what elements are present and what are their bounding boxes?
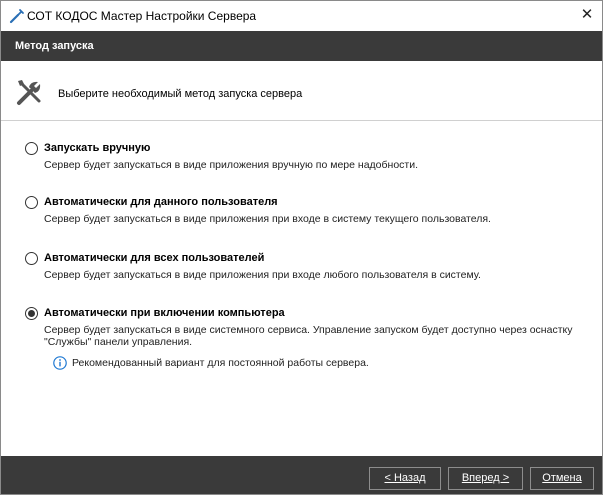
- option-description: Сервер будет запускаться в виде приложен…: [44, 213, 491, 225]
- title-bar[interactable]: СОТ КОДОС Мастер Настройки Сервера ✕: [1, 1, 602, 31]
- step-header: Метод запуска: [1, 31, 602, 61]
- radio-on-boot[interactable]: [25, 307, 38, 320]
- option-description: Сервер будет запускаться в виде приложен…: [44, 159, 419, 171]
- option-label: Автоматически для данного пользователя: [44, 196, 278, 208]
- option-label: Автоматически при включении компьютера: [44, 307, 285, 319]
- radio-all-users[interactable]: [25, 252, 38, 265]
- close-button[interactable]: ✕: [572, 1, 602, 31]
- button-bar: < Назад Вперед > Отмена: [1, 456, 602, 494]
- radio-manual[interactable]: [25, 142, 38, 155]
- wizard-window: СОТ КОДОС Мастер Настройки Сервера ✕ Мет…: [0, 0, 603, 495]
- option-description: "Службы" панели управления.: [44, 336, 193, 348]
- next-button[interactable]: Вперед >: [448, 467, 523, 490]
- back-button[interactable]: < Назад: [369, 467, 441, 490]
- option-label: Запускать вручную: [44, 142, 151, 154]
- info-text: Выберите необходимый метод запуска серве…: [58, 88, 303, 100]
- recommendation-text: Рекомендованный вариант для постоянной р…: [72, 357, 369, 369]
- radio-current-user[interactable]: [25, 196, 38, 209]
- cancel-button[interactable]: Отмена: [530, 467, 594, 490]
- option-label: Автоматически для всех пользователей: [44, 252, 265, 264]
- step-title: Метод запуска: [15, 40, 94, 52]
- wrench-icon: [9, 9, 24, 24]
- window-title: СОТ КОДОС Мастер Настройки Сервера: [27, 9, 257, 23]
- info-strip: Выберите необходимый метод запуска серве…: [1, 61, 602, 121]
- info-icon: [53, 356, 67, 370]
- option-description: Сервер будет запускаться в виде системно…: [44, 324, 573, 336]
- option-description: Сервер будет запускаться в виде приложен…: [44, 269, 481, 281]
- tools-icon: [17, 80, 41, 105]
